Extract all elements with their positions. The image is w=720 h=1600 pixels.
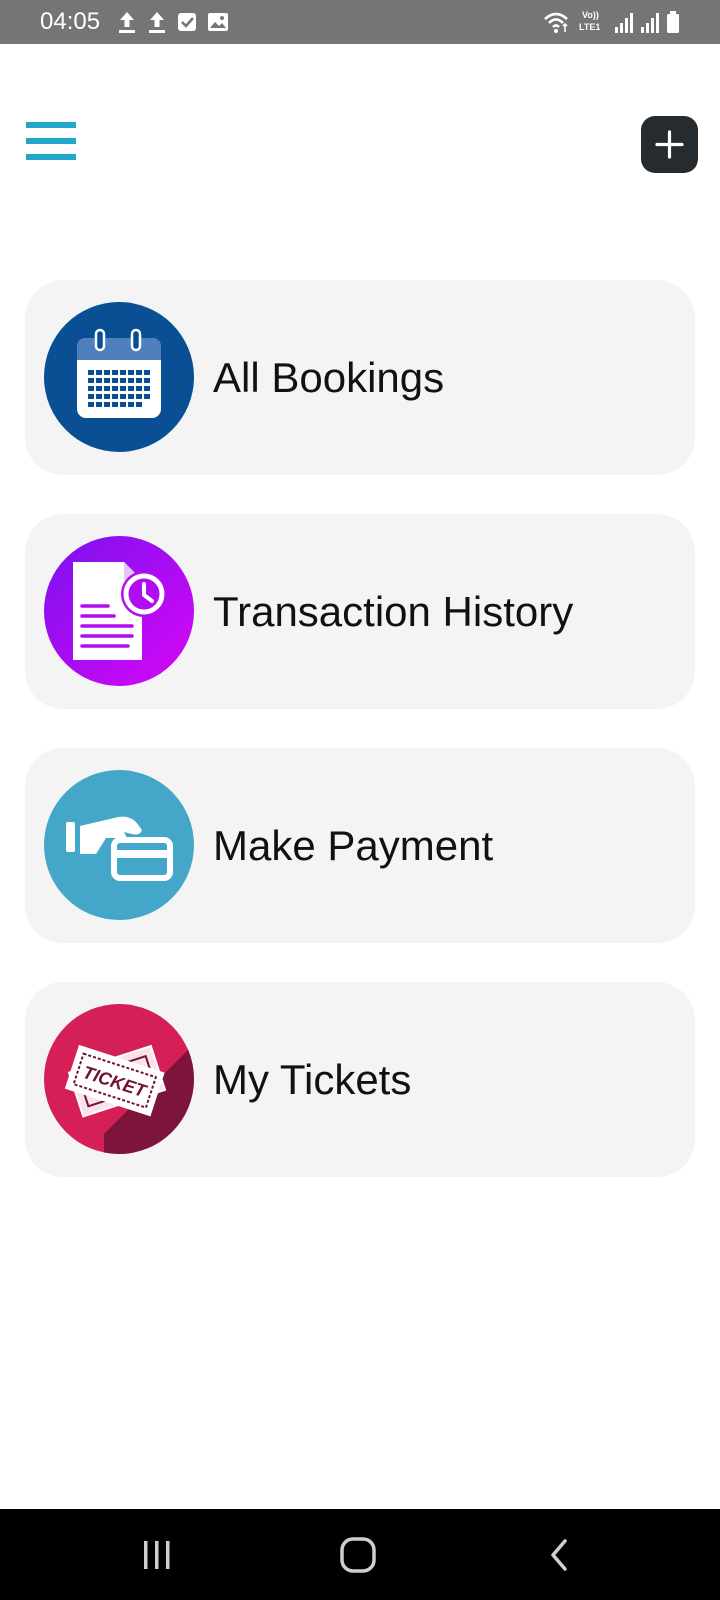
plus-icon (655, 130, 684, 159)
menu-bar-line (26, 154, 76, 160)
card-label: Make Payment (213, 822, 494, 869)
upload-icon (119, 12, 135, 33)
signal-icon (615, 13, 633, 33)
hand-card-payment-icon (44, 770, 194, 920)
home-button[interactable] (298, 1509, 418, 1600)
wifi-icon (544, 12, 568, 33)
transaction-history-card[interactable]: Transaction History (25, 514, 695, 709)
recent-apps-icon (144, 1540, 170, 1569)
recent-apps-button[interactable] (97, 1509, 217, 1600)
hamburger-menu-button[interactable] (26, 122, 76, 162)
checkbox-icon (178, 13, 196, 31)
volte-icon: Vo)) LTE1 (579, 10, 600, 32)
all-bookings-card[interactable]: All Bookings (25, 280, 695, 475)
make-payment-card[interactable]: Make Payment (25, 748, 695, 943)
back-button[interactable] (500, 1509, 620, 1600)
card-label: Transaction History (213, 588, 574, 635)
image-icon (208, 13, 228, 31)
menu-bar-line (26, 138, 76, 144)
my-tickets-card[interactable]: TICKET My Tickets (25, 982, 695, 1177)
svg-text:LTE1: LTE1 (579, 22, 600, 32)
ticket-icon: TICKET (44, 1004, 194, 1154)
add-button[interactable] (641, 116, 698, 173)
system-navigation-bar (0, 1509, 720, 1600)
signal-icon (641, 13, 659, 33)
calendar-icon (44, 302, 194, 452)
document-clock-icon (44, 536, 194, 686)
status-system-icons: Vo)) LTE1 (542, 8, 680, 34)
card-label: All Bookings (213, 354, 445, 401)
battery-icon (667, 11, 679, 33)
status-notification-icons (116, 10, 230, 34)
status-bar: 04:05 Vo)) LTE1 (0, 0, 720, 44)
upload-icon (149, 12, 165, 33)
card-label: My Tickets (213, 1056, 412, 1103)
svg-text:Vo)): Vo)) (582, 10, 599, 20)
menu-bar-line (26, 122, 76, 128)
status-time: 04:05 (40, 8, 101, 35)
home-icon (340, 1536, 376, 1573)
back-icon (551, 1538, 567, 1571)
